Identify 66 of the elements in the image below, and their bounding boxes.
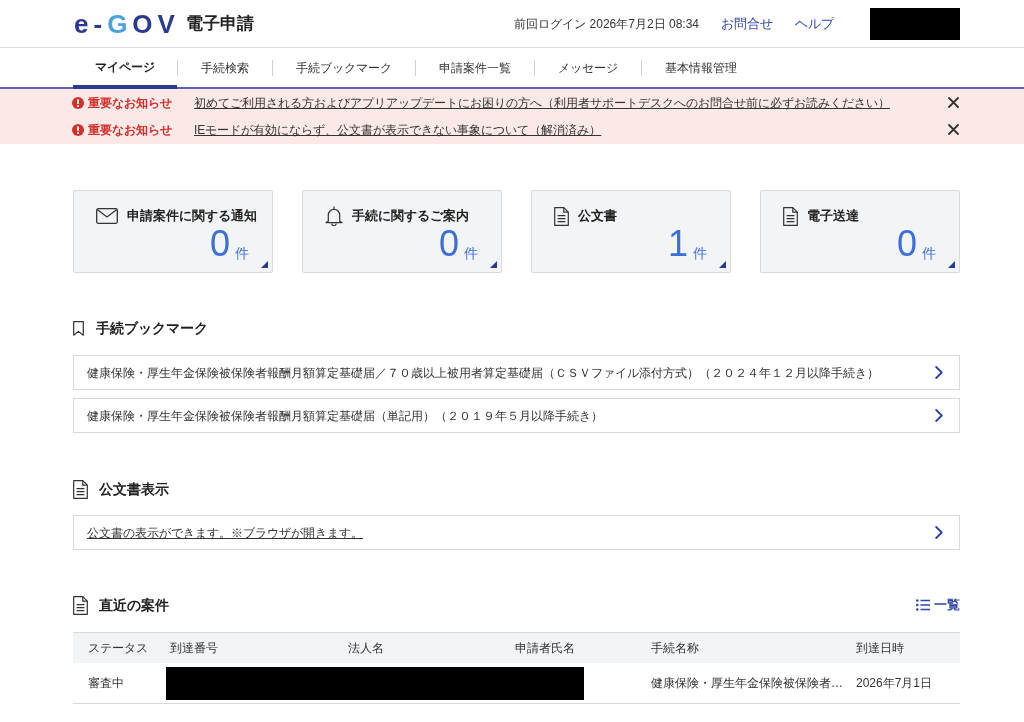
count-unit: 件 — [693, 246, 707, 260]
nav-tab[interactable]: 手続検索 — [178, 48, 272, 87]
column-header: 到達番号 — [169, 640, 219, 657]
bookmark-item[interactable]: 健康保険・厚生年金保険被保険者報酬月額算定基礎届（単記用）（２０１９年５月以降手続き） — [73, 398, 960, 433]
document-link[interactable]: 公文書の表示ができます。※ブラウザが開きます。 — [73, 515, 960, 550]
list-link[interactable]: 一覧 — [916, 595, 960, 615]
table-cell-text: 健康保険・厚生年金保険被保険者… — [650, 675, 844, 692]
summary-card[interactable]: 公文書 1 件 — [531, 190, 731, 273]
close-button[interactable] — [947, 123, 960, 136]
column-header: 法人名 — [347, 640, 385, 657]
notice-link[interactable]: 初めてご利用される方およびアプリアップデートにお困りの方へ（利用者サポートデスクへのお問合せ前に必ずお読みください） — [194, 93, 890, 112]
corner-triangle-icon — [948, 261, 955, 268]
chevron-right-icon — [935, 366, 943, 379]
close-icon — [948, 124, 959, 135]
card-title: 手続に関するご案内 — [352, 207, 469, 226]
table-cell-text: 2026年7月1日 — [855, 675, 934, 692]
document-icon — [73, 479, 88, 499]
notice-label: 重要なお知らせ — [88, 121, 172, 139]
document-icon — [554, 206, 569, 226]
column-header: 申請者氏名 — [514, 640, 576, 657]
summary-card[interactable]: 手続に関するご案内 0 件 — [302, 190, 502, 273]
count-number: 0 — [896, 226, 917, 262]
nav-tab[interactable]: 申請案件一覧 — [416, 48, 534, 87]
alert-icon — [72, 96, 84, 109]
card-title: 公文書 — [578, 207, 617, 226]
document-icon — [783, 206, 798, 226]
corner-triangle-icon — [719, 261, 726, 268]
section-heading: 公文書表示 — [99, 479, 169, 499]
bookmark-icon — [73, 320, 84, 336]
section-heading: 直近の案件 — [99, 595, 169, 615]
card-title: 電子送達 — [807, 207, 859, 226]
count-number: 1 — [667, 226, 688, 262]
column-header: 手続名称 — [650, 640, 700, 657]
count-number: 0 — [438, 226, 459, 262]
notice-label: 重要なお知らせ — [88, 94, 172, 112]
header-link[interactable]: ヘルプ — [795, 13, 834, 34]
corner-triangle-icon — [261, 261, 268, 268]
corner-triangle-icon — [490, 261, 497, 268]
count-unit: 件 — [235, 246, 249, 260]
service-name: 電子申請 — [185, 12, 254, 35]
nav-tab[interactable]: 手続ブックマーク — [273, 48, 415, 87]
column-header: 到達日時 — [855, 640, 905, 657]
close-button[interactable] — [947, 96, 960, 109]
count-number: 0 — [209, 226, 230, 262]
bookmark-item[interactable]: 健康保険・厚生年金保険被保険者報酬月額算定基礎届／７０歳以上被用者算定基礎届（ＣＳＶファイル添付方式）（２０２４年１２月以降手続き） — [73, 355, 960, 390]
count-unit: 件 — [464, 246, 478, 260]
alert-icon — [72, 123, 84, 136]
nav-tab[interactable]: メッセージ — [535, 48, 641, 87]
card-title: 申請案件に関する通知 — [127, 207, 257, 226]
nav-tab[interactable]: 基本情報管理 — [642, 48, 760, 87]
document-icon — [73, 595, 88, 615]
section-heading: 手続ブックマーク — [96, 318, 208, 338]
table-cell-text: 審査中 — [87, 675, 125, 692]
list-icon — [916, 599, 930, 611]
envelope-icon — [96, 208, 118, 224]
close-icon — [948, 97, 959, 108]
chevron-right-icon — [935, 409, 943, 422]
column-header: ステータス — [87, 640, 149, 657]
last-login-text: 前回ログイン 2026年7月2日 08:34 — [514, 15, 699, 33]
summary-card[interactable]: 申請案件に関する通知 0 件 — [73, 190, 273, 273]
bell-icon — [325, 206, 343, 226]
header-link[interactable]: お問合せ — [721, 13, 773, 34]
count-unit: 件 — [922, 246, 936, 260]
notice-link[interactable]: IEモードが有効にならず、公文書が表示できない事象について（解消済み） — [194, 120, 602, 139]
summary-card[interactable]: 電子送達 0 件 — [760, 190, 960, 273]
chevron-right-icon — [935, 526, 943, 539]
